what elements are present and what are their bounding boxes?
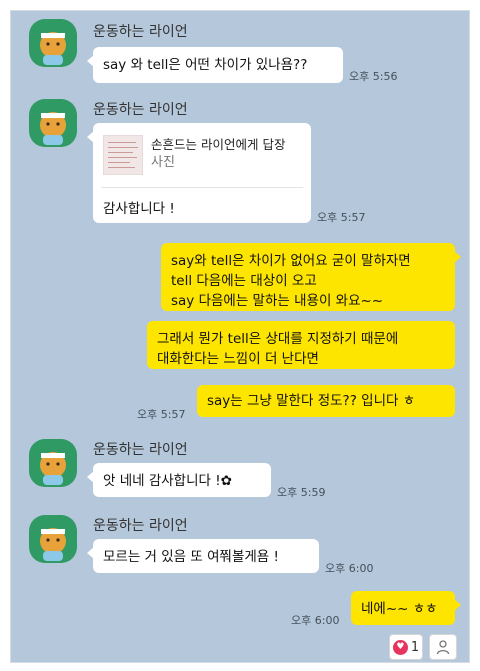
message-line: say와 tell은 차이가 없어요 굳이 말하자면 (171, 253, 411, 269)
message-time: 오후 5:57 (317, 211, 366, 224)
avatar[interactable] (29, 439, 77, 487)
chat-window: 운동하는 라이언 say 와 tell은 어떤 차이가 있나욤?? 오후 5:5… (10, 10, 470, 663)
message-line: 대화한다는 느낌이 더 난다면 (157, 351, 319, 367)
message-bubble[interactable]: say 와 tell은 어떤 차이가 있나욤?? (87, 47, 343, 83)
heart-icon: ♥ (392, 639, 408, 655)
message-bubble[interactable]: 앗 네네 감사합니다 !✿ (87, 463, 271, 497)
sender-name: 운동하는 라이언 (93, 24, 188, 40)
my-message-bubble[interactable]: say는 그냥 말한다 정도?? 입니다 ㅎ (197, 385, 455, 417)
message-bubble[interactable]: 모르는 거 있음 또 여쭤볼게욤 ! (87, 539, 319, 573)
reply-message-bubble[interactable]: 손흔드는 라이언에게 답장 사진 감사합니다 ! (87, 123, 311, 223)
message-time: 오후 5:56 (349, 70, 398, 83)
avatar[interactable] (29, 515, 77, 563)
reply-subtitle: 사진 (151, 155, 175, 170)
reply-title: 손흔드는 라이언에게 답장 (151, 137, 286, 152)
message-text: say 와 tell은 어떤 차이가 있나욤?? (103, 57, 308, 73)
like-reaction-button[interactable]: ♥ 1 (389, 634, 423, 660)
message-time: 오후 5:57 (137, 408, 186, 421)
message-time: 오후 6:00 (325, 562, 374, 575)
user-reaction-button[interactable] (429, 634, 457, 660)
message-text: 네에~~ ㅎㅎ (361, 601, 438, 617)
message-text: 모르는 거 있음 또 여쭤볼게욤 ! (103, 549, 279, 565)
sender-name: 운동하는 라이언 (93, 102, 188, 118)
message-time: 오후 5:59 (277, 486, 326, 499)
my-message-bubble[interactable]: say와 tell은 차이가 없어요 굳이 말하자면 tell 다음에는 대상이… (161, 243, 461, 311)
message-text: say는 그냥 말한다 정도?? 입니다 ㅎ (207, 393, 416, 409)
reply-preview[interactable]: 손흔드는 라이언에게 답장 사진 (93, 123, 311, 187)
message-text: 감사합니다 ! (103, 201, 175, 217)
message-line: tell 다음에는 대상이 오고 (171, 273, 317, 289)
photo-thumbnail (103, 135, 143, 175)
my-message-bubble[interactable]: 네에~~ ㅎㅎ (351, 591, 461, 625)
avatar[interactable] (29, 19, 77, 67)
person-icon (436, 640, 450, 655)
like-count: 1 (410, 639, 420, 655)
avatar[interactable] (29, 99, 77, 147)
sender-name: 운동하는 라이언 (93, 442, 188, 458)
message-line: 그래서 뭔가 tell은 상대를 지정하기 때문에 (157, 331, 399, 347)
sender-name: 운동하는 라이언 (93, 518, 188, 534)
my-message-bubble[interactable]: 그래서 뭔가 tell은 상대를 지정하기 때문에 대화한다는 느낌이 더 난다… (147, 321, 455, 369)
message-text: 앗 네네 감사합니다 !✿ (103, 473, 232, 489)
message-time: 오후 6:00 (291, 614, 340, 627)
divider (101, 187, 303, 188)
message-line: say 다음에는 말하는 내용이 와요~~ (171, 293, 384, 309)
